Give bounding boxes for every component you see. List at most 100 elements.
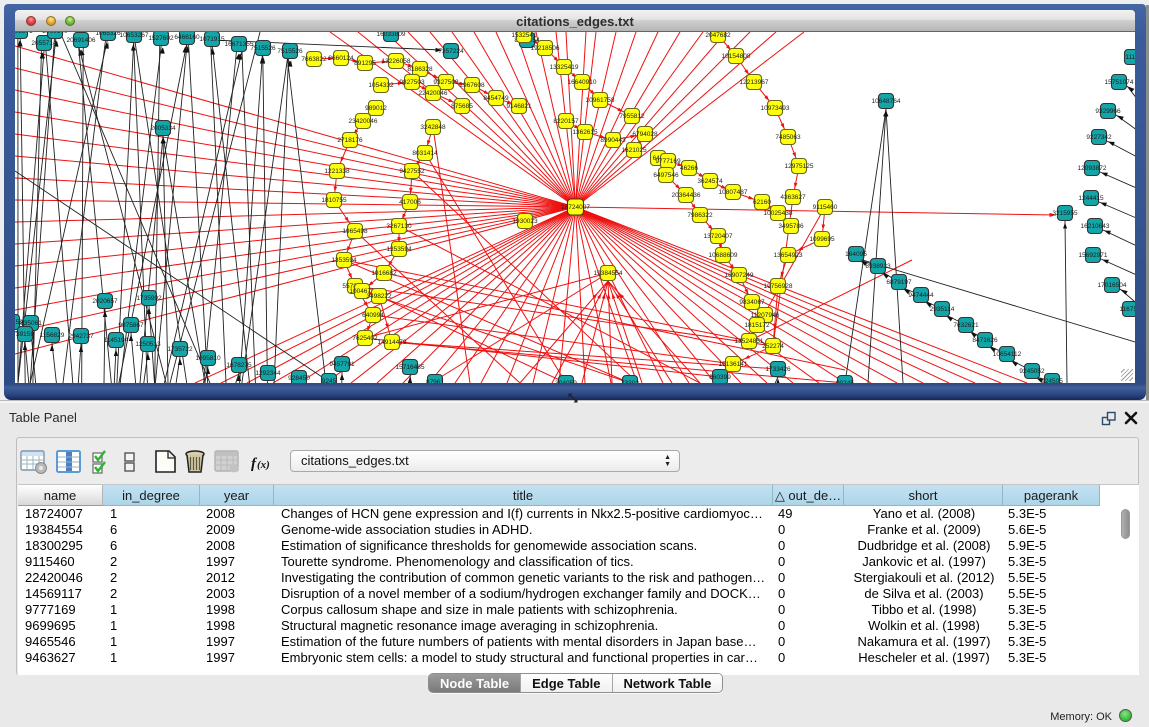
svg-text:2935114: 2935114 [930, 306, 955, 313]
svg-text:14914479: 14914479 [378, 339, 407, 346]
svg-text:10654112: 10654112 [993, 351, 1022, 358]
svg-text:1071915: 1071915 [199, 36, 225, 43]
svg-text:1916682: 1916682 [371, 270, 397, 277]
svg-text:1250513: 1250513 [135, 341, 161, 348]
svg-text:6794028: 6794028 [632, 131, 658, 138]
svg-text:1678275: 1678275 [226, 362, 252, 369]
svg-text:2967608: 2967608 [459, 82, 485, 89]
svg-text:3267130: 3267130 [386, 223, 412, 230]
svg-text:9975867: 9975867 [118, 322, 144, 329]
svg-text:2005334: 2005334 [150, 125, 176, 132]
svg-text:10154808: 10154808 [722, 53, 751, 60]
svg-text:20691406: 20691406 [67, 37, 96, 44]
svg-text:989012: 989012 [365, 105, 387, 112]
svg-text:15751074: 15751074 [1105, 79, 1134, 86]
svg-text:9834067: 9834067 [739, 299, 765, 306]
svg-text:1810755: 1810755 [321, 197, 347, 204]
svg-text:3624574: 3624574 [697, 178, 723, 185]
svg-text:13720407: 13720407 [704, 233, 733, 240]
svg-text:1527602: 1527602 [148, 35, 174, 42]
svg-text:8938923: 8938923 [865, 263, 891, 270]
svg-text:10807487: 10807487 [719, 189, 748, 196]
svg-text:7955812: 7955812 [619, 113, 645, 120]
svg-text:2069140: 2069140 [42, 32, 68, 35]
svg-text:8031414: 8031414 [412, 150, 438, 157]
svg-text:8220157: 8220157 [553, 118, 579, 125]
svg-text:7357224: 7357224 [438, 48, 464, 55]
svg-text:7515526: 7515526 [250, 45, 276, 52]
svg-text:12975125: 12975125 [785, 163, 814, 170]
svg-text:(x): (x) [257, 459, 270, 471]
svg-text:13325419: 13325419 [550, 64, 579, 71]
svg-text:9227342: 9227342 [1086, 134, 1112, 141]
svg-text:13524851: 13524851 [735, 338, 764, 345]
svg-text:304059: 304059 [555, 380, 577, 383]
svg-text:15692971: 15692971 [1079, 252, 1108, 259]
svg-text:1965498: 1965498 [342, 228, 368, 235]
svg-text:1156829: 1156829 [40, 332, 65, 339]
svg-text:9474444: 9474444 [908, 292, 934, 299]
svg-text:252274: 252274 [762, 343, 784, 350]
svg-text:3242848: 3242848 [420, 124, 446, 131]
svg-text:1054332: 1054332 [368, 82, 394, 89]
svg-text:7986322: 7986322 [687, 212, 713, 219]
svg-text:1292344: 1292344 [255, 370, 281, 377]
svg-text:924505: 924505 [1041, 378, 1063, 383]
svg-text:1621025: 1621025 [621, 147, 647, 154]
svg-text:2942737: 2942737 [68, 333, 94, 340]
svg-text:10688609: 10688609 [709, 252, 738, 259]
svg-text:9146821: 9146821 [506, 103, 532, 110]
svg-text:1353594: 1353594 [331, 257, 357, 264]
svg-text:1244415: 1244415 [1078, 195, 1104, 202]
svg-text:9827503: 9827503 [399, 79, 425, 86]
svg-text:1362615: 1362615 [572, 129, 598, 136]
svg-text:9457791: 9457791 [329, 361, 355, 368]
svg-text:1112: 1112 [1125, 54, 1135, 61]
svg-text:17016504: 17016504 [1098, 282, 1127, 289]
svg-text:13654923: 13654923 [774, 252, 803, 259]
svg-text:9427552: 9427552 [399, 168, 425, 175]
svg-text:6879197: 6879197 [886, 279, 912, 286]
svg-text:10025438: 10025438 [764, 210, 793, 217]
svg-text:1735722: 1735722 [167, 346, 193, 353]
svg-text:2020657: 2020657 [92, 298, 118, 305]
svg-text:164095: 164095 [845, 251, 867, 258]
svg-text:8990443: 8990443 [600, 137, 626, 144]
svg-text:18907249: 18907249 [725, 272, 754, 279]
svg-text:73302: 73302 [621, 380, 639, 383]
svg-text:87961: 87961 [426, 379, 444, 383]
svg-text:1815172: 1815172 [744, 322, 770, 329]
svg-text:8454749: 8454749 [483, 95, 509, 102]
svg-text:7515526: 7515526 [277, 48, 303, 55]
svg-text:10973493: 10973493 [761, 105, 790, 112]
svg-text:62160: 62160 [753, 199, 771, 206]
svg-text:20364436: 20364436 [672, 192, 701, 199]
svg-text:18724007: 18724007 [561, 204, 590, 211]
svg-text:1095810: 1095810 [195, 355, 221, 362]
svg-text:3498222: 3498222 [366, 293, 392, 300]
svg-text:12213967: 12213967 [740, 79, 769, 86]
svg-text:1930023: 1930023 [512, 218, 538, 225]
svg-text:16210643: 16210643 [1081, 223, 1110, 230]
svg-text:39159: 39159 [16, 331, 34, 338]
svg-text:660399: 660399 [709, 374, 731, 381]
svg-text:46266: 46266 [680, 165, 698, 172]
svg-text:875685: 875685 [451, 103, 473, 110]
svg-text:417006: 417006 [399, 199, 421, 206]
svg-text:640994: 640994 [362, 312, 384, 319]
svg-text:8660124: 8660124 [328, 55, 354, 62]
svg-text:1532541: 1532541 [511, 32, 537, 39]
svg-text:19218506: 19218506 [531, 45, 560, 52]
svg-text:1735992: 1735992 [136, 295, 162, 302]
svg-text:1099695: 1099695 [809, 236, 835, 243]
svg-text:7625402: 7625402 [352, 335, 378, 342]
svg-text:9245: 9245 [322, 378, 337, 383]
svg-text:2047682: 2047682 [705, 32, 731, 39]
svg-text:4363627: 4363627 [780, 194, 806, 201]
svg-text:9777169: 9777169 [655, 158, 681, 165]
svg-text:16033809: 16033809 [377, 32, 406, 38]
svg-text:19384554: 19384554 [594, 270, 623, 277]
svg-text:1353594: 1353594 [386, 246, 412, 253]
svg-text:1145194: 1145194 [104, 337, 129, 344]
svg-text:6497546: 6497546 [653, 172, 679, 179]
